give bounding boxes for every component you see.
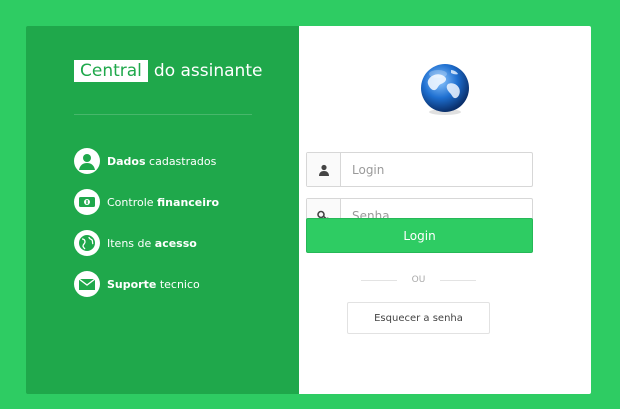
feature-item-dados: Dados cadastrados xyxy=(74,147,219,175)
login-button[interactable]: Login xyxy=(306,218,533,253)
globe-logo-icon xyxy=(418,62,472,116)
envelope-icon xyxy=(74,271,100,297)
info-panel: Central do assinante Dados cadastrados C… xyxy=(26,26,299,394)
or-line-right xyxy=(439,279,476,281)
feature-label: Controle financeiro xyxy=(107,195,220,209)
or-separator: OU xyxy=(361,273,476,287)
feature-item-acesso: Itens de acesso xyxy=(74,229,219,257)
user-icon xyxy=(307,153,341,186)
login-field[interactable] xyxy=(306,152,533,187)
login-input[interactable] xyxy=(341,153,532,186)
feature-item-suporte: Suporte tecnico xyxy=(74,270,219,298)
brand-highlight: Central xyxy=(74,60,148,82)
globe-icon xyxy=(74,230,100,256)
feature-list: Dados cadastrados Controle financeiro It… xyxy=(74,147,219,311)
feature-label: Suporte tecnico xyxy=(107,277,200,291)
user-icon xyxy=(74,148,100,174)
feature-label: Dados cadastrados xyxy=(107,154,217,168)
feature-item-financeiro: Controle financeiro xyxy=(74,188,219,216)
feature-label: Itens de acesso xyxy=(107,236,197,250)
panel-divider xyxy=(74,114,252,115)
brand-title: Central do assinante xyxy=(74,60,262,82)
or-line-left xyxy=(361,279,397,281)
or-text: OU xyxy=(411,275,426,285)
brand-rest: do assinante xyxy=(153,61,263,81)
money-icon xyxy=(74,189,100,215)
forgot-password-button[interactable]: Esquecer a senha xyxy=(347,302,490,334)
